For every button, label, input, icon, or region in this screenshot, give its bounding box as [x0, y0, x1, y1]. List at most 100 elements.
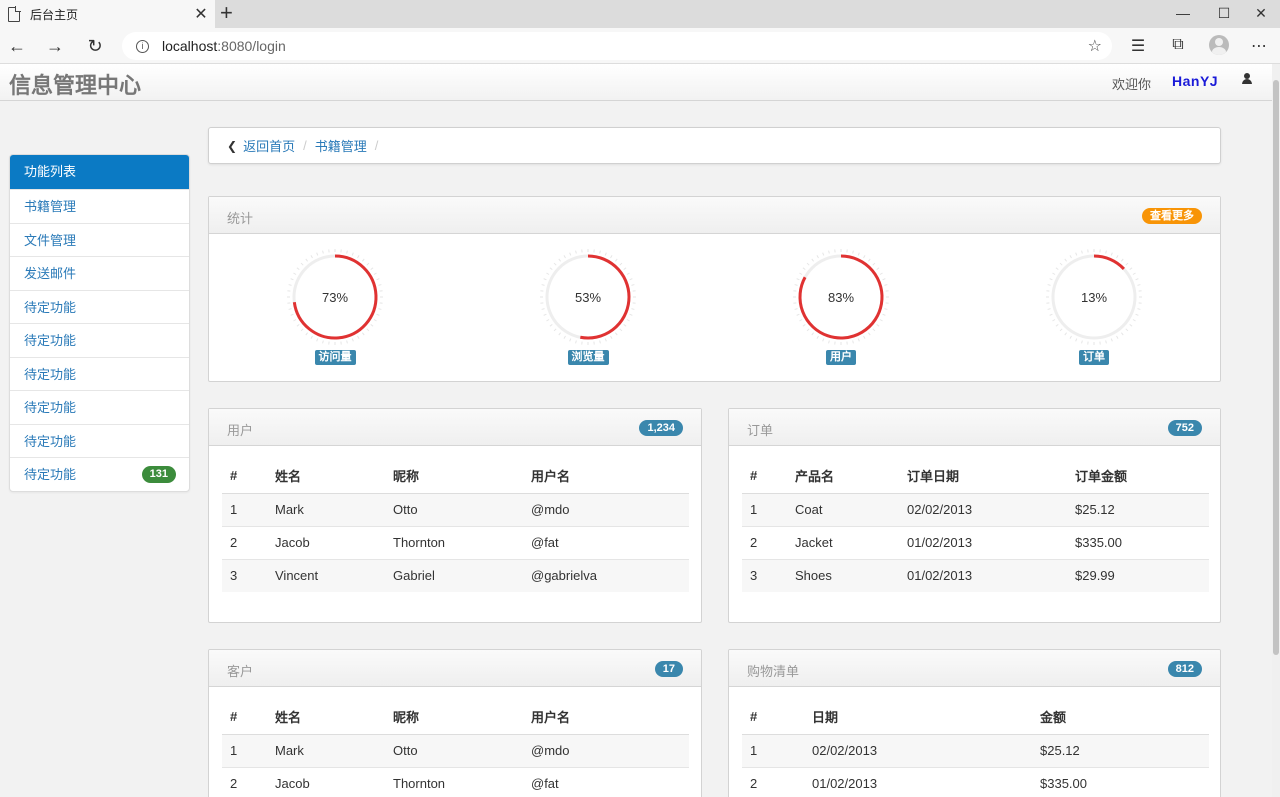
- table-cell: Jacob: [267, 766, 385, 797]
- table-cell: 01/02/2013: [804, 766, 1032, 797]
- gauge-tick: [1132, 272, 1136, 275]
- table-cell: @mdo: [523, 492, 689, 526]
- gauge-tick: [305, 332, 309, 336]
- gauge-tick: [351, 252, 354, 256]
- gauge-tick: [1132, 319, 1136, 322]
- table-cell: Thornton: [385, 525, 523, 559]
- table-header-row: # 日期 金额: [742, 700, 1209, 735]
- favorite-star-icon[interactable]: ☆: [1088, 36, 1102, 56]
- gauge-chart: 83%: [793, 249, 889, 345]
- count-badge: 812: [1167, 661, 1202, 677]
- gauge-tick: [799, 319, 803, 322]
- gauge-tick: [553, 328, 557, 332]
- sidebar-item[interactable]: 待定功能: [10, 423, 189, 458]
- welcome-text: 欢迎你: [1112, 77, 1152, 92]
- column-header: 订单金额: [1067, 459, 1209, 494]
- gauge-tick: [288, 308, 292, 310]
- gauge-tick: [370, 267, 374, 271]
- breadcrumb-home-link[interactable]: 返回首页: [243, 136, 295, 155]
- gauge-tick: [828, 250, 830, 254]
- gauge-tick: [316, 252, 319, 256]
- column-header: 昵称: [385, 459, 523, 494]
- user-icon[interactable]: [1241, 73, 1253, 85]
- gauge-tick: [1055, 323, 1059, 327]
- column-header: 金额: [1032, 700, 1209, 735]
- info-icon[interactable]: i: [136, 39, 149, 53]
- gauge-tick: [1075, 252, 1078, 256]
- sidebar-menu: 功能列表 书籍管理 文件管理 发送邮件 待定功能 待定功能 待定功能 待定功能 待定功能 待定功…: [9, 154, 190, 492]
- collections-icon[interactable]: ⧉: [1168, 36, 1188, 54]
- browser-tab[interactable]: 后台主页 ✕: [0, 0, 215, 28]
- browser-toolbar: ← → ↻ i localhost:8080/login ☆ ☰ ⧉ ⋯: [0, 28, 1280, 64]
- customers-table: # 姓名 昵称 用户名 1 Mark Otto @mdo 2 Jacob Thornton @fat: [222, 700, 689, 797]
- gauge-tick: [563, 255, 566, 259]
- table-cell: 1: [742, 492, 787, 526]
- gauge-label: 用户: [826, 350, 856, 365]
- gauge-tick: [361, 258, 365, 262]
- minimize-icon[interactable]: —: [1160, 0, 1206, 28]
- sidebar-item[interactable]: 书籍管理: [10, 189, 189, 223]
- new-tab-icon[interactable]: +: [220, 2, 233, 24]
- gauge-tick: [1049, 278, 1053, 281]
- gauge-tick: [863, 255, 866, 259]
- close-tab-icon[interactable]: ✕: [191, 4, 211, 24]
- scrollbar-thumb[interactable]: [1273, 80, 1279, 655]
- gauge-tick: [794, 308, 798, 310]
- count-badge: 17: [654, 661, 683, 677]
- back-icon[interactable]: ←: [4, 33, 30, 59]
- gauge-tick: [626, 319, 630, 322]
- more-options-icon[interactable]: ⋯: [1249, 36, 1269, 56]
- table-cell: Vincent: [267, 558, 385, 592]
- table-row: 3 Vincent Gabriel @gabrielva: [222, 558, 689, 592]
- profile-avatar-icon[interactable]: [1209, 35, 1229, 55]
- sidebar-item[interactable]: 文件管理: [10, 222, 189, 257]
- app-navbar: 信息管理中心 欢迎你 HanYJ: [0, 64, 1272, 101]
- orders-panel-header: 订单 752: [729, 409, 1220, 446]
- forward-icon[interactable]: →: [42, 33, 68, 59]
- column-header: #: [222, 700, 267, 735]
- gauge-tick: [802, 267, 806, 271]
- table-cell: Coat: [787, 492, 899, 526]
- table-row: 2 Jacob Thornton @fat: [222, 766, 689, 797]
- gauge-tick: [794, 284, 798, 286]
- gauge-tick: [1081, 340, 1083, 344]
- view-more-badge[interactable]: 查看更多: [1142, 208, 1202, 224]
- table-cell: Otto: [385, 492, 523, 526]
- address-input[interactable]: i localhost:8080/login ☆: [122, 32, 1112, 60]
- sidebar-item[interactable]: 待定功能 131: [10, 457, 189, 491]
- reload-icon[interactable]: ↻: [82, 33, 108, 59]
- table-row: 3 Shoes 01/02/2013 $29.99: [742, 558, 1209, 592]
- gauge-tick: [1137, 284, 1141, 286]
- gauge-tick: [1105, 340, 1107, 344]
- favorites-list-icon[interactable]: ☰: [1128, 36, 1148, 56]
- sidebar-item[interactable]: 待定功能: [10, 356, 189, 391]
- table-cell: 1: [222, 492, 267, 526]
- cart-panel: 购物清单 812 # 日期 金额 1 02/02/2013 $25.12 2 01/02/20…: [728, 649, 1221, 797]
- gauge-tick: [346, 340, 348, 344]
- close-window-icon[interactable]: ✕: [1238, 0, 1280, 28]
- sidebar-item[interactable]: 待定功能: [10, 323, 189, 357]
- breadcrumb-current-link[interactable]: 书籍管理: [315, 136, 367, 155]
- gauge-tick: [614, 258, 618, 262]
- sidebar-item[interactable]: 待定功能: [10, 289, 189, 324]
- sidebar-item[interactable]: 发送邮件: [10, 256, 189, 290]
- gauge-tick: [1064, 332, 1068, 336]
- count-badge: 752: [1167, 420, 1202, 436]
- gauge-tick: [1052, 319, 1056, 322]
- table-cell: @fat: [523, 766, 689, 797]
- orders-table: # 产品名 订单日期 订单金额 1 Coat 02/02/2013 $25.12 2 Jacket…: [742, 459, 1209, 592]
- gauge-tick: [1116, 255, 1119, 259]
- gauge-tick: [882, 313, 886, 316]
- username-link[interactable]: HanYJ: [1172, 73, 1218, 89]
- gauge-tick: [1129, 267, 1133, 271]
- table-cell: $25.12: [1067, 492, 1209, 526]
- column-header: 昵称: [385, 700, 523, 735]
- sidebar-item[interactable]: 待定功能: [10, 390, 189, 424]
- sidebar-header[interactable]: 功能列表: [10, 155, 189, 189]
- table-cell: Gabriel: [385, 558, 523, 592]
- column-header: 用户名: [523, 459, 689, 494]
- gauge-value: 53%: [575, 290, 601, 305]
- brand-title[interactable]: 信息管理中心: [9, 68, 141, 100]
- table-cell: 02/02/2013: [804, 733, 1032, 767]
- cart-panel-header: 购物清单 812: [729, 650, 1220, 687]
